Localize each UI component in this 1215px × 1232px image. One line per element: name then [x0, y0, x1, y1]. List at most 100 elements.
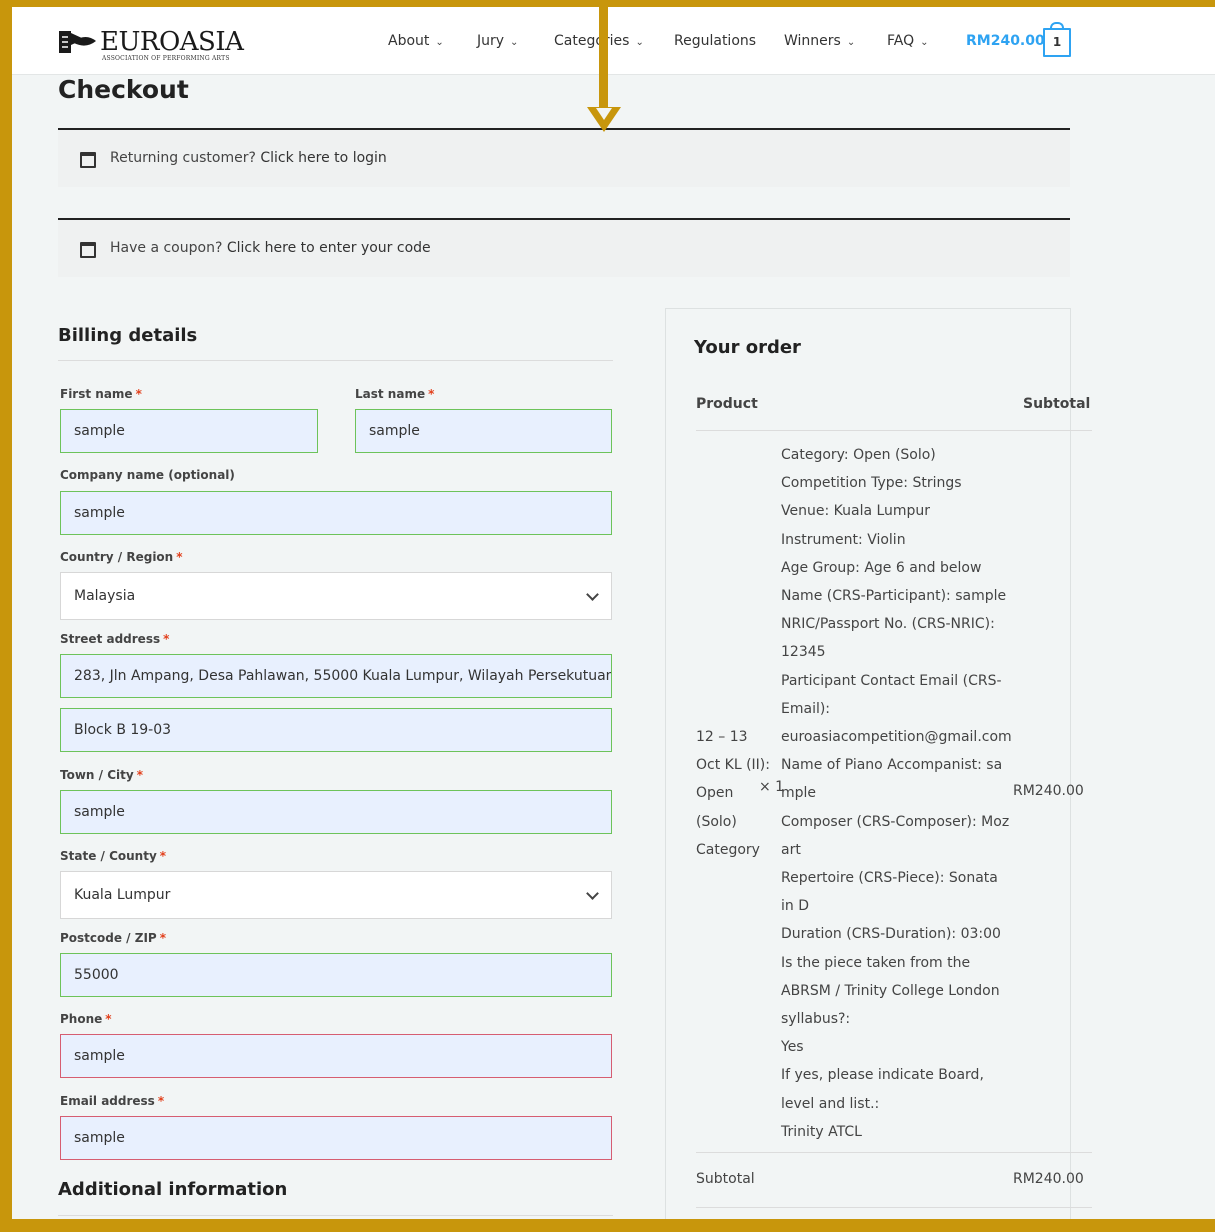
meta-line: ABRSM / Trinity College London: [781, 982, 1000, 999]
label-text: Email address: [60, 1094, 155, 1108]
coupon-notice: Have a coupon? Click here to enter your …: [58, 218, 1070, 277]
nav-jury[interactable]: Jury ⌄: [477, 33, 518, 49]
meta-line: Age Group: Age 6 and below: [781, 559, 982, 576]
required-mark: *: [176, 550, 183, 564]
window-icon: [80, 242, 96, 258]
last-name-label: Last name *: [355, 387, 434, 401]
street-label: Street address *: [60, 632, 169, 646]
coupon-prefix: Have a coupon?: [110, 240, 223, 256]
chevron-down-icon: [586, 588, 599, 601]
meta-line: Name (CRS-Participant): sample: [781, 588, 1007, 605]
required-mark: *: [159, 931, 166, 945]
annotation-arrow-shaft: [599, 7, 608, 115]
meta-line: Name of Piano Accompanist: sa: [781, 757, 1003, 774]
state-label: State / County *: [60, 849, 166, 863]
first-name-label: First name *: [60, 387, 142, 401]
last-name-field[interactable]: sample: [355, 409, 612, 453]
meta-line: Venue: Kuala Lumpur: [781, 503, 931, 520]
login-notice-text: Returning customer? Click here to login: [110, 150, 387, 166]
logo-emblem-icon: [59, 31, 96, 53]
required-mark: *: [428, 387, 435, 401]
city-field[interactable]: sample: [60, 790, 612, 834]
table-rule: [696, 1152, 1092, 1153]
additional-divider: [58, 1215, 613, 1216]
meta-line: Competition Type: Strings: [781, 475, 962, 492]
city-label: Town / City *: [60, 768, 143, 782]
postcode-field[interactable]: 55000: [60, 953, 612, 997]
meta-line: Instrument: Violin: [781, 531, 906, 548]
chevron-down-icon: ⌄: [635, 37, 644, 48]
nav-label: Winners: [784, 33, 841, 49]
street-address-field[interactable]: 283, Jln Ampang, Desa Pahlawan, 55000 Ku…: [60, 654, 612, 698]
meta-line: Email):: [781, 700, 831, 717]
meta-line: Is the piece taken from the: [781, 954, 971, 971]
table-rule: [696, 1207, 1092, 1208]
cart-count-badge[interactable]: 1: [1043, 28, 1071, 57]
col-product: Product: [696, 396, 758, 412]
nav-about[interactable]: About ⌄: [388, 33, 444, 49]
brand-tagline: ASSOCIATION OF PERFORMING ARTS: [102, 55, 230, 62]
login-link[interactable]: Click here to login: [260, 150, 386, 166]
line-total: RM240.00: [1013, 783, 1084, 799]
coupon-notice-text: Have a coupon? Click here to enter your …: [110, 240, 431, 256]
nav-regulations[interactable]: Regulations: [674, 33, 756, 49]
login-notice: Returning customer? Click here to login: [58, 128, 1070, 187]
nav-label: About: [388, 33, 430, 49]
phone-field[interactable]: sample: [60, 1034, 612, 1078]
browser-viewport: EUROASIA ASSOCIATION OF PERFORMING ARTS …: [12, 7, 1215, 1219]
meta-line: syllabus?:: [781, 1011, 851, 1028]
nav-label: Jury: [477, 33, 505, 49]
phone-label: Phone *: [60, 1012, 112, 1026]
country-value: Malaysia: [74, 588, 136, 604]
meta-line: Composer (CRS-Composer): Moz: [781, 813, 1010, 830]
annotation-arrow-notch: [596, 108, 612, 120]
chevron-down-icon: ⌄: [510, 37, 519, 48]
nav-label: Regulations: [674, 33, 757, 49]
meta-line: mple: [781, 785, 817, 802]
meta-line: Trinity ATCL: [781, 1123, 862, 1140]
meta-line: level and list.:: [781, 1095, 880, 1112]
meta-line: Duration (CRS-Duration): 03:00: [781, 926, 1001, 943]
meta-line: Participant Contact Email (CRS-: [781, 672, 1002, 689]
label-text: Town / City: [60, 768, 134, 782]
meta-line: in D: [781, 898, 809, 915]
label-text: Country / Region: [60, 550, 174, 564]
chevron-down-icon: ⌄: [846, 37, 856, 48]
subtotal-value: RM240.00: [1013, 1171, 1084, 1187]
meta-line: art: [781, 841, 801, 858]
cart-total[interactable]: RM240.00: [966, 33, 1045, 49]
chevron-down-icon: ⌄: [435, 37, 444, 48]
street-address-line2-field[interactable]: Block B 19-03: [60, 708, 612, 752]
state-select[interactable]: Kuala Lumpur: [60, 871, 612, 919]
nav-winners[interactable]: Winners ⌄: [784, 33, 855, 49]
chevron-down-icon: [586, 887, 599, 900]
first-name-field[interactable]: sample: [60, 409, 318, 453]
company-label: Company name (optional): [60, 468, 235, 482]
nav-faq[interactable]: FAQ ⌄: [887, 33, 929, 49]
email-field[interactable]: sample: [60, 1116, 612, 1160]
state-value: Kuala Lumpur: [74, 887, 171, 903]
nav-label: FAQ: [887, 33, 915, 49]
meta-line: 12345: [781, 644, 826, 661]
login-prefix: Returning customer?: [110, 150, 256, 166]
table-rule: [696, 430, 1092, 431]
brand-name: EUROASIA: [100, 27, 244, 57]
country-select[interactable]: Malaysia: [60, 572, 612, 620]
additional-info-heading: Additional information: [58, 1179, 288, 1200]
product-meta-list: Category: Open (Solo) Competition Type: S…: [781, 441, 1016, 1146]
company-field[interactable]: sample: [60, 491, 612, 535]
required-mark: *: [157, 1094, 165, 1108]
billing-divider: [58, 360, 613, 361]
window-icon: [80, 152, 96, 168]
label-text: Street address: [60, 632, 161, 646]
label-text: Postcode / ZIP: [60, 931, 157, 945]
label-text: Phone: [60, 1012, 103, 1026]
coupon-link[interactable]: Click here to enter your code: [227, 240, 431, 256]
required-mark: *: [163, 632, 170, 646]
required-mark: *: [105, 1012, 112, 1026]
site-header: EUROASIA ASSOCIATION OF PERFORMING ARTS …: [12, 7, 1215, 75]
required-mark: *: [135, 387, 142, 401]
required-mark: *: [136, 768, 143, 782]
country-label: Country / Region *: [60, 550, 183, 564]
label-text: Last name: [355, 387, 426, 401]
